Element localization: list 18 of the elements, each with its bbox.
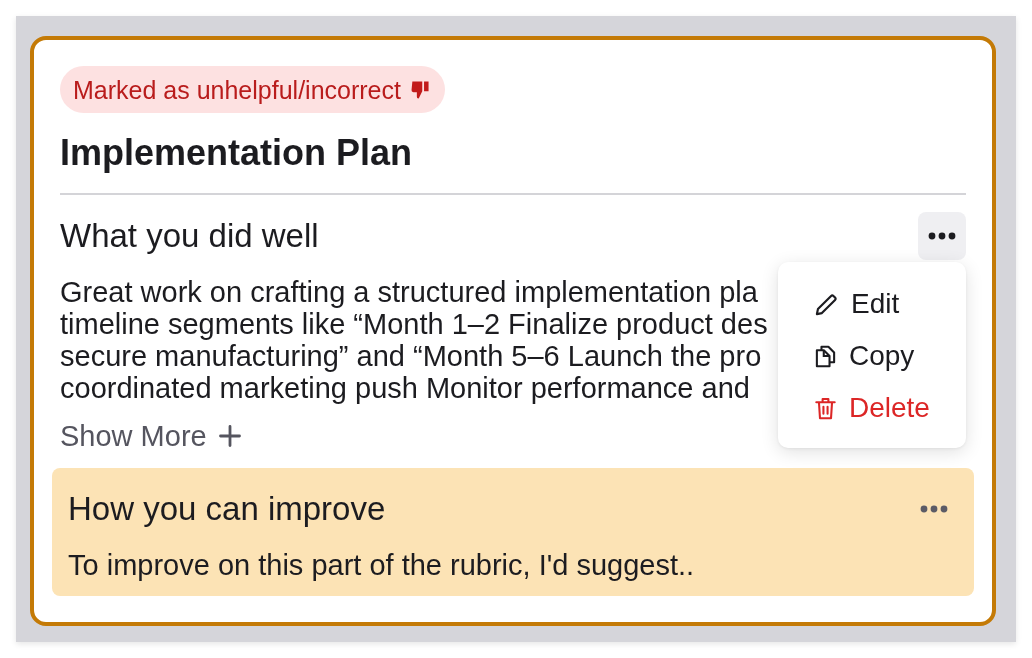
section-heading: What you did well (60, 216, 319, 256)
menu-item[interactable]: Edit (778, 278, 966, 330)
more-button[interactable] (918, 212, 966, 260)
feedback-text: Great work on crafting a structured implementation pla timeline segments like “Month 1–2 Finalize product des secure manufacturing” and “Month 5–6 Launch the pro coordinated marketing push Monitor performance and (60, 276, 768, 404)
trash-icon (815, 396, 836, 420)
badge-text: Marked as unhelpful/incorrect (73, 74, 401, 105)
menu-item[interactable]: Copy (778, 330, 966, 382)
copy-icon (815, 344, 836, 368)
menu-item[interactable]: Delete (778, 382, 966, 434)
feedback-text: To improve on this part of the rubric, I'd suggest.. (68, 549, 695, 581)
thumbs-down-icon (410, 79, 429, 100)
card-title: Implementation Plan (60, 133, 414, 173)
show-more-button[interactable]: Show More (60, 420, 241, 452)
more-icon (928, 232, 956, 240)
plus-icon (218, 425, 241, 447)
more-icon (920, 505, 948, 513)
section-heading: How you can improve (68, 489, 386, 529)
pencil-icon (815, 292, 838, 316)
